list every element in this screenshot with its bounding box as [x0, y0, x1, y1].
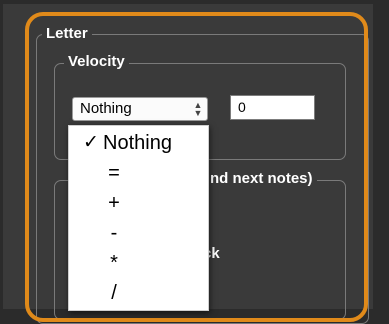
dropdown-option-nothing[interactable]: ✓ Nothing	[69, 128, 208, 158]
dropdown-option-minus[interactable]: -	[69, 218, 208, 248]
dropdown-option-plus[interactable]: +	[69, 188, 208, 218]
dropdown-option-equals[interactable]: =	[69, 158, 208, 188]
checkmark-icon: ✓	[83, 132, 99, 153]
dropdown-option-divide[interactable]: /	[69, 278, 208, 308]
dropdown-option-label: *	[110, 252, 118, 274]
dropdown-option-label: -	[110, 222, 118, 244]
dropdown-option-multiply[interactable]: *	[69, 248, 208, 278]
dropdown-option-label: Nothing	[103, 132, 172, 154]
dropdown-option-label: +	[108, 192, 120, 214]
dropdown-option-label: /	[111, 282, 117, 304]
dropdown-option-label: =	[108, 162, 120, 184]
velocity-mode-dropdown[interactable]: ✓ Nothing = + - * /	[68, 125, 209, 311]
